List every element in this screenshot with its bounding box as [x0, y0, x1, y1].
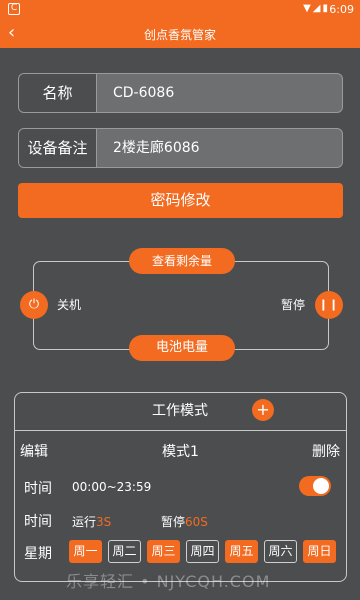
signal-battery-icons: ▼◢▮ — [303, 3, 330, 14]
device-name-field[interactable]: 名称 CD-6086 — [18, 73, 343, 113]
edit-mode-button[interactable]: 编辑 — [20, 441, 48, 461]
week-label: 星期 — [24, 546, 52, 562]
device-note-value[interactable]: 2楼走廊6086 — [113, 129, 200, 167]
battery-level-button[interactable]: 电池电量 — [129, 335, 235, 361]
device-note-label: 设备备注 — [19, 129, 97, 167]
page-title: 创点香氛管家 — [143, 28, 216, 42]
day-tue-button[interactable]: 周二 — [108, 540, 141, 563]
day-sat-button[interactable]: 周六 — [264, 540, 297, 563]
pause-label: 暂停 — [281, 298, 306, 312]
status-bar: C ▼◢▮ 6:09 — [0, 0, 360, 20]
device-name-value[interactable]: CD-6086 — [113, 74, 174, 112]
pause-duration[interactable]: 暂停60S — [161, 513, 208, 530]
device-note-field[interactable]: 设备备注 2楼走廊6086 — [18, 128, 343, 168]
work-mode-panel — [14, 392, 347, 582]
day-mon-button[interactable]: 周一 — [69, 540, 102, 563]
time-toggle[interactable] — [299, 476, 331, 496]
power-icon[interactable]: ⏻ — [20, 291, 48, 319]
run-duration[interactable]: 运行3S — [72, 513, 111, 530]
delete-mode-button[interactable]: 删除 — [312, 441, 340, 461]
run-time-label: 时间 — [24, 514, 52, 530]
day-wed-button[interactable]: 周三 — [147, 540, 180, 563]
run-value: 3S — [96, 515, 112, 529]
day-fri-button[interactable]: 周五 — [225, 540, 258, 563]
mode-name: 模式1 — [162, 444, 199, 460]
watermark: 乐享轻汇 • NJYCQH.COM — [66, 572, 271, 591]
pause-value: 60S — [185, 515, 208, 529]
change-password-button[interactable]: 密码修改 — [18, 183, 343, 218]
work-mode-title: 工作模式 — [152, 403, 208, 419]
day-sun-button[interactable]: 周日 — [303, 540, 336, 563]
app-bar: ‹ 创点香氛管家 — [0, 20, 360, 48]
time-label: 时间 — [24, 481, 52, 497]
time-range[interactable]: 00:00~23:59 — [72, 480, 151, 494]
app-notification-icon: C — [8, 3, 20, 15]
device-name-label: 名称 — [19, 74, 97, 112]
view-remaining-button[interactable]: 查看剩余量 — [129, 248, 235, 274]
pause-icon[interactable]: ❙❙ — [315, 291, 343, 319]
run-prefix: 运行 — [72, 515, 97, 529]
power-off-label: 关机 — [57, 298, 82, 312]
add-mode-icon[interactable]: + — [252, 399, 274, 421]
status-time: 6:09 — [329, 3, 354, 16]
day-thu-button[interactable]: 周四 — [186, 540, 219, 563]
divider — [14, 430, 347, 431]
pause-prefix: 暂停 — [161, 515, 186, 529]
toggle-knob — [313, 478, 329, 494]
